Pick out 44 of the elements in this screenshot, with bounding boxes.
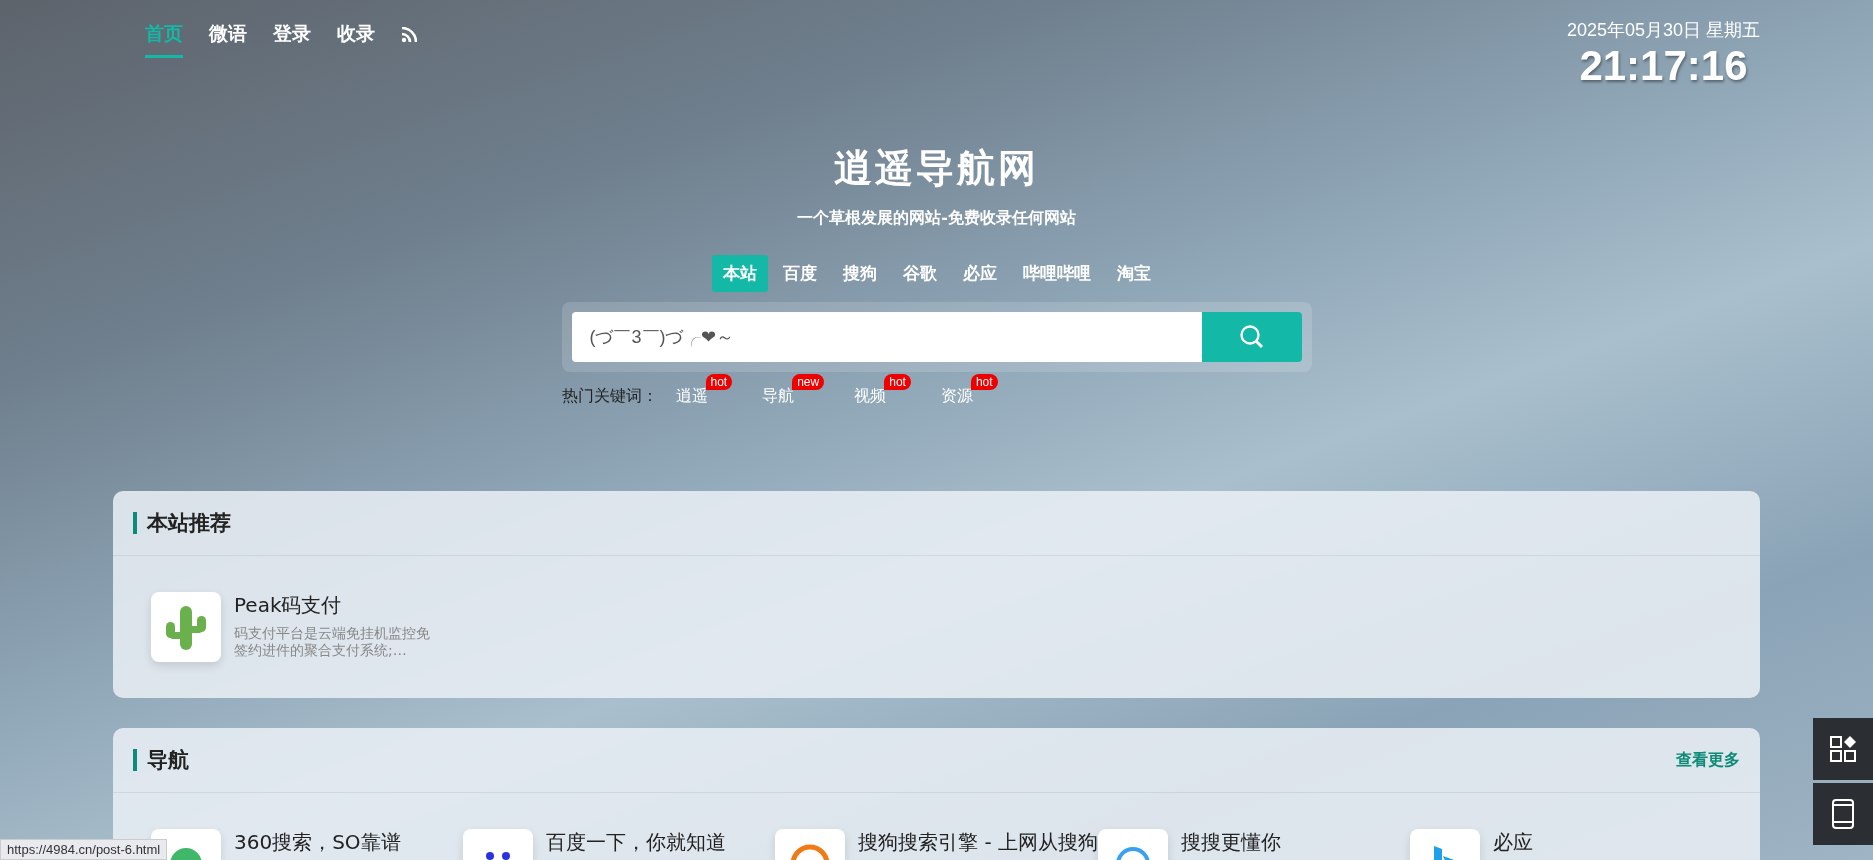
keyword-badge: hot xyxy=(970,374,998,390)
cactus-icon xyxy=(164,604,208,650)
search-icon xyxy=(1238,324,1265,350)
site-name[interactable]: 360搜索，SO靠谱 xyxy=(234,829,401,856)
nav-link[interactable]: 首页 xyxy=(145,21,183,58)
site-title: 逍遥导航网 xyxy=(834,145,1039,192)
date-text: 2025年05月30日 星期五 xyxy=(1566,19,1760,42)
site-description: 码支付平台是云端免挂机监控免签约进件的聚合支付系统;… xyxy=(234,625,431,659)
search-engine-tab[interactable]: 本站 xyxy=(711,255,768,292)
nav-link[interactable]: 登录 xyxy=(273,21,311,58)
search-engine-tab[interactable]: 百度 xyxy=(771,255,828,292)
more-link[interactable]: 查看更多 xyxy=(1676,749,1740,771)
search-engine-tab[interactable]: 搜狗 xyxy=(831,255,888,292)
site-name[interactable]: 搜狗搜索引擎 - 上网从搜狗 xyxy=(858,829,1098,856)
search-engine-tab[interactable]: 哔哩哔哩 xyxy=(1011,255,1102,292)
tablet-icon xyxy=(1831,798,1855,830)
site-name[interactable]: 百度一下，你就知道 xyxy=(546,829,726,856)
search-field[interactable]: (づ￣3￣)づ╭❤～ xyxy=(571,312,1202,362)
tablet-button[interactable] xyxy=(1813,783,1873,845)
search-engine-tab[interactable]: 淘宝 xyxy=(1105,255,1162,292)
site-name[interactable]: Peak码支付 xyxy=(234,592,434,619)
site-subtitle: 一个草根发展的网站-免费收录任何网站 xyxy=(797,208,1076,229)
keyword-badge: hot xyxy=(705,374,733,390)
grid-icon xyxy=(1829,735,1857,763)
section-title: 导航 xyxy=(133,749,189,771)
keyword-badge: hot xyxy=(884,374,911,390)
status-url-tooltip: https://4984.cn/post-6.html xyxy=(0,839,168,860)
keyword-link[interactable]: 视频 xyxy=(854,386,887,407)
search-engine-tab[interactable]: 必应 xyxy=(951,255,1008,292)
hot-keywords-label: 热门关键词： xyxy=(561,386,658,407)
clock-time: 21:17:16 xyxy=(1579,42,1748,90)
grid-button[interactable] xyxy=(1813,718,1873,780)
keyword-link[interactable]: 逍遥 xyxy=(675,386,708,407)
keyword-link[interactable]: 资源 xyxy=(940,386,973,407)
keyword-badge: new xyxy=(792,374,825,390)
search-engine-tab[interactable]: 谷歌 xyxy=(891,255,948,292)
rss-icon[interactable] xyxy=(401,27,417,43)
site-name[interactable]: 必应 xyxy=(1493,829,1533,856)
keyword-link[interactable]: 导航 xyxy=(762,386,795,407)
nav-link[interactable]: 微语 xyxy=(209,21,247,58)
site-name[interactable]: 搜搜更懂你 xyxy=(1180,829,1281,856)
nav-link[interactable]: 收录 xyxy=(337,21,375,58)
search-button[interactable] xyxy=(1201,312,1302,362)
section-title: 本站推荐 xyxy=(133,512,231,534)
